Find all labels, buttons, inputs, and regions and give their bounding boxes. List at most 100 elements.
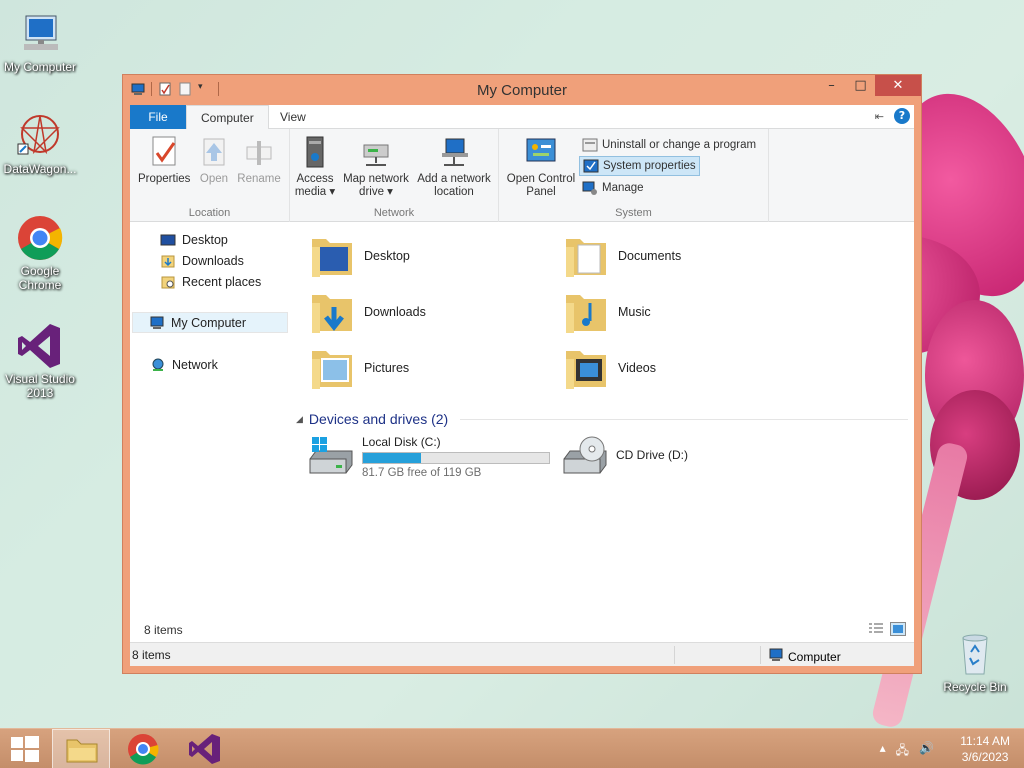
open-label: Open xyxy=(199,173,229,185)
tab-view[interactable]: View xyxy=(266,105,320,129)
music-folder-icon xyxy=(564,289,608,335)
nav-item-network[interactable]: Network xyxy=(150,354,218,375)
access-media-label-2: media ▾ xyxy=(294,186,336,198)
cd-drive-icon xyxy=(562,435,608,475)
nav-item-downloads[interactable]: Downloads xyxy=(160,250,244,271)
network-status-icon[interactable]: 🖧 xyxy=(896,741,909,762)
ribbon-group-label: Network xyxy=(373,207,415,219)
nav-item-recent-places[interactable]: Recent places xyxy=(160,271,261,292)
folder-music[interactable]: Music xyxy=(564,289,651,335)
manage-button[interactable]: Manage xyxy=(579,178,647,198)
computer-icon xyxy=(149,315,165,331)
media-server-icon xyxy=(299,135,331,169)
uninstall-label: Uninstall or change a program xyxy=(602,139,757,151)
collapse-triangle-icon[interactable]: ◢ xyxy=(296,414,303,425)
drive-d[interactable]: CD Drive (D:) xyxy=(562,435,688,475)
show-hidden-icons-icon[interactable]: ▴ xyxy=(880,741,886,762)
nav-item-my-computer[interactable]: My Computer xyxy=(132,312,288,333)
ribbon-group-label: Location xyxy=(188,207,231,219)
documents-folder-icon xyxy=(564,233,608,279)
status-items-count: 8 items xyxy=(132,648,171,662)
view-toggle-buttons xyxy=(868,622,906,636)
open-button[interactable]: Open xyxy=(196,135,232,186)
devices-section-header[interactable]: ◢ Devices and drives (2) xyxy=(296,410,908,428)
folder-desktop[interactable]: Desktop xyxy=(310,233,410,279)
folder-pictures[interactable]: Pictures xyxy=(310,345,409,391)
drive-d-name: CD Drive (D:) xyxy=(616,448,688,462)
manage-label: Manage xyxy=(602,182,644,194)
desktop-icon-label: Google Chrome xyxy=(18,264,62,292)
status-divider xyxy=(674,646,675,664)
status-bar: 8 items Computer xyxy=(130,642,914,666)
help-button[interactable]: ? xyxy=(894,108,910,124)
tab-file[interactable]: File xyxy=(130,105,186,129)
nav-item-desktop[interactable]: Desktop xyxy=(160,229,228,250)
devices-header-label: Devices and drives (2) xyxy=(308,411,449,427)
details-view-icon[interactable] xyxy=(868,622,884,636)
map-network-drive-button[interactable]: Map network drive ▾ xyxy=(340,135,412,199)
maximize-button[interactable]: □ xyxy=(846,75,875,96)
folder-videos[interactable]: Videos xyxy=(564,345,656,391)
hard-drive-icon xyxy=(308,435,354,475)
rename-label: Rename xyxy=(237,173,281,185)
rename-icon xyxy=(243,135,275,169)
taskbar-visual-studio[interactable] xyxy=(176,729,234,768)
desktop-icon-datawagon[interactable]: DataWagon... xyxy=(0,112,80,176)
folder-label: Music xyxy=(618,305,651,319)
desktop-icon-recycle-bin[interactable]: Recycle Bin xyxy=(935,630,1015,694)
chrome-icon xyxy=(128,734,159,765)
minimize-button[interactable]: – xyxy=(817,75,846,96)
explorer-window: ▾ My Computer – □ ✕ File Computer View ⇤… xyxy=(122,74,922,674)
rename-button[interactable]: Rename xyxy=(236,135,282,186)
desktop-icon-my-computer[interactable]: My Computer xyxy=(0,10,80,74)
downloads-folder-icon xyxy=(160,253,176,269)
desktop-icon-label: Recycle Bin xyxy=(943,680,1007,694)
ribbon-group-label: System xyxy=(615,207,652,219)
taskbar-chrome[interactable] xyxy=(114,729,172,768)
drive-c[interactable]: Local Disk (C:) 81.7 GB free of 119 GB xyxy=(308,435,550,479)
ribbon: Properties Open Rename Location Access m… xyxy=(130,129,914,222)
clock-date: 3/6/2023 xyxy=(961,750,1009,764)
clock[interactable]: 11:14 AM 3/6/2023 xyxy=(960,733,1010,765)
title-bar[interactable]: ▾ My Computer – □ ✕ xyxy=(123,75,921,105)
volume-icon[interactable]: 🔊 xyxy=(919,741,934,762)
tab-computer[interactable]: Computer xyxy=(186,105,269,130)
open-control-panel-button[interactable]: Open Control Panel xyxy=(503,135,579,199)
folder-downloads[interactable]: Downloads xyxy=(310,289,426,335)
system-tray-icons: ▴ 🖧 🔊 xyxy=(880,741,934,762)
folder-label: Desktop xyxy=(364,249,410,263)
drive-c-free-space: 81.7 GB free of 119 GB xyxy=(362,467,482,479)
add-location-label-2: location xyxy=(434,186,474,198)
pin-ribbon-icon[interactable]: ⇤ xyxy=(875,110,884,123)
window-client: File Computer View ⇤ ? Properties Open R… xyxy=(130,105,914,666)
nav-label: Desktop xyxy=(182,232,228,247)
recent-places-icon xyxy=(160,274,176,290)
taskbar-file-explorer[interactable] xyxy=(52,729,110,768)
clock-time: 11:14 AM xyxy=(960,734,1010,748)
system-properties-button[interactable]: System properties xyxy=(579,156,700,176)
desktop-icon-label: Visual Studio 2013 xyxy=(5,372,75,400)
window-title: My Computer xyxy=(476,82,568,99)
desktop-icon-visual-studio[interactable]: Visual Studio 2013 xyxy=(0,322,80,400)
pictures-folder-icon xyxy=(310,345,354,391)
uninstall-program-button[interactable]: Uninstall or change a program xyxy=(579,135,759,155)
folder-label: Downloads xyxy=(364,305,426,319)
visual-studio-icon xyxy=(189,734,220,764)
folder-label: Videos xyxy=(618,361,656,375)
ribbon-group-system: Open Control Panel Uninstall or change a… xyxy=(499,129,769,222)
downloads-folder-icon xyxy=(310,289,354,335)
access-media-label: Access xyxy=(296,173,334,185)
access-media-button[interactable]: Access media ▾ xyxy=(294,135,336,199)
desktop-icon-chrome[interactable]: Google Chrome xyxy=(0,214,80,292)
taskbar: ▴ 🖧 🔊 11:14 AM 3/6/2023 xyxy=(0,728,1024,768)
close-button[interactable]: ✕ xyxy=(875,75,921,96)
add-network-location-button[interactable]: Add a network location xyxy=(414,135,494,199)
start-button[interactable] xyxy=(0,729,58,768)
folder-documents[interactable]: Documents xyxy=(564,233,681,279)
explorer-body: Desktop Downloads Recent places My Compu… xyxy=(130,223,914,618)
file-explorer-icon xyxy=(66,739,98,763)
properties-button[interactable]: Properties xyxy=(138,135,190,186)
folder-label: Documents xyxy=(618,249,682,263)
items-count-row: 8 items xyxy=(130,618,914,642)
large-icons-view-icon[interactable] xyxy=(890,622,906,636)
